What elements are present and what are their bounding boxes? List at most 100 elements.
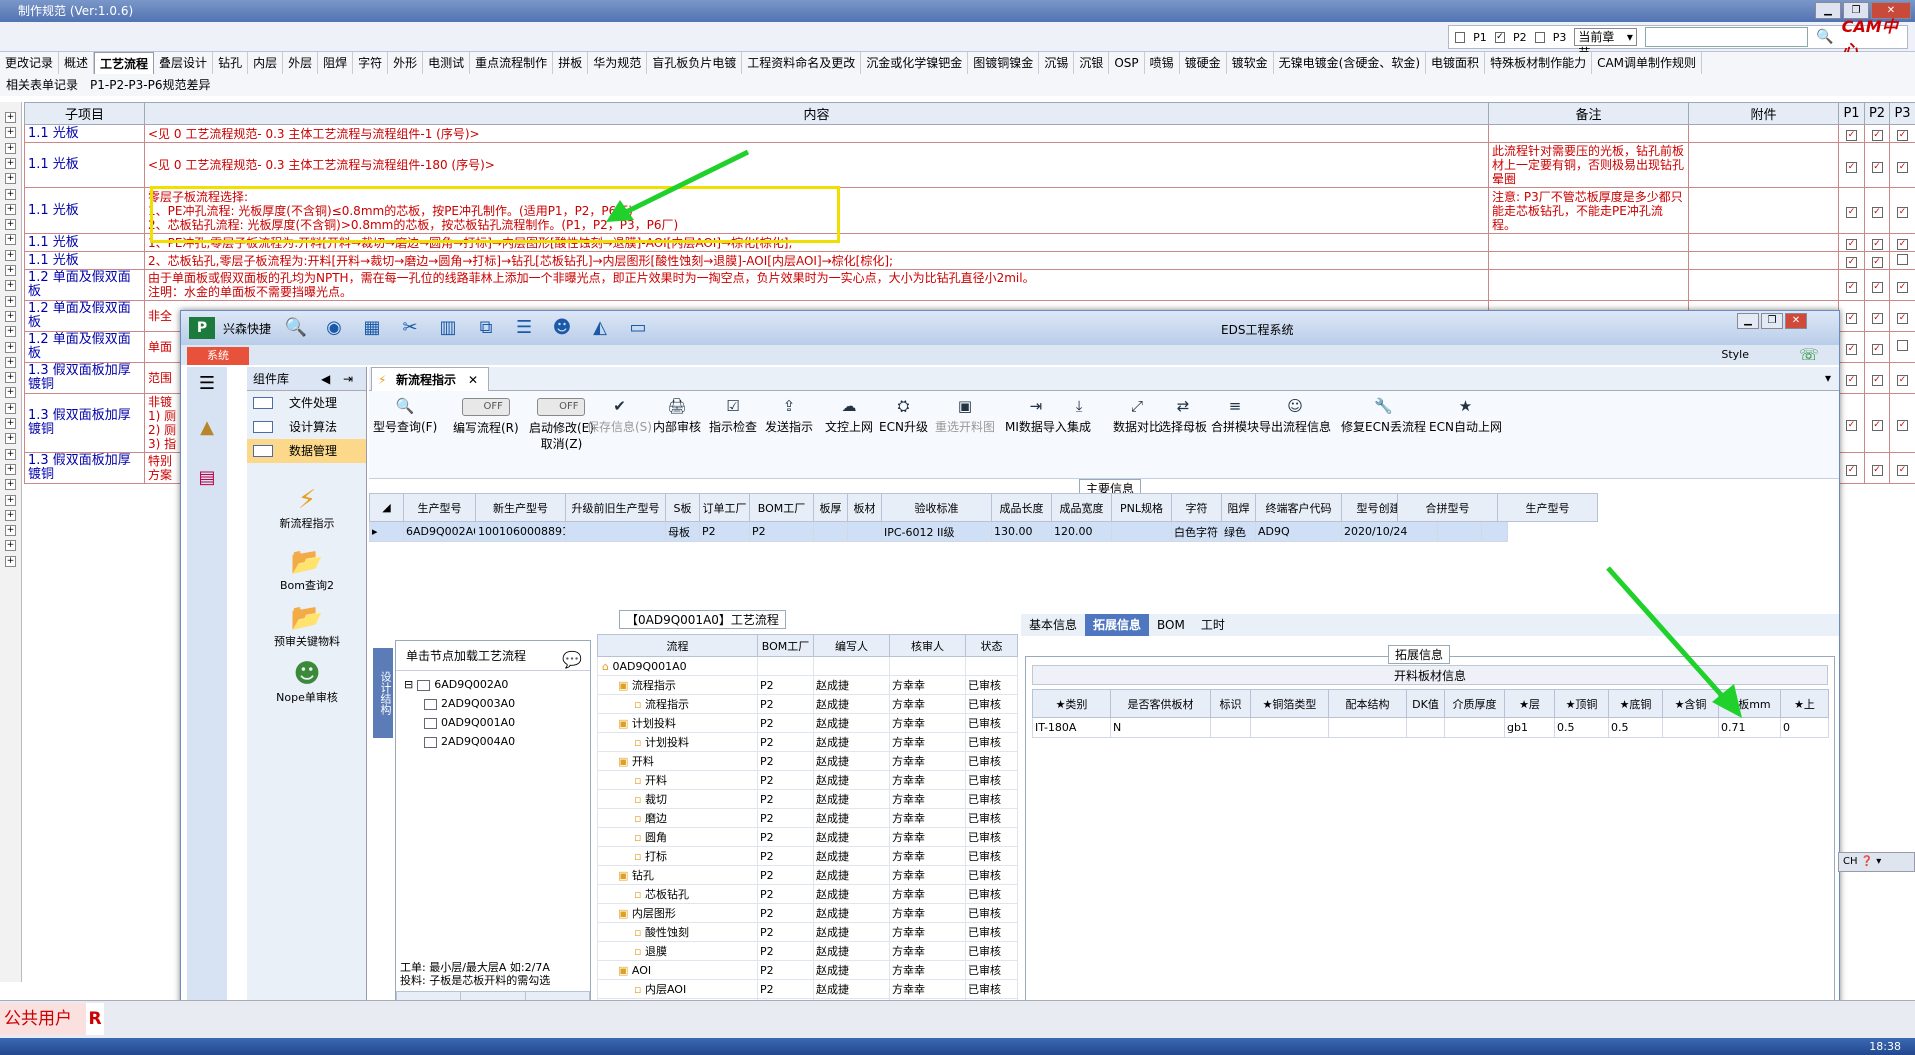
flow-row[interactable]: ▫ 流程指示 P2 赵成捷 方幸幸 已审核: [597, 694, 1018, 714]
ime-toolbar[interactable]: CH ❓ ▾: [1838, 852, 1915, 872]
expand-icon[interactable]: +: [5, 157, 16, 169]
expand-icon[interactable]: +: [5, 372, 16, 384]
main-info-cell[interactable]: [1111, 521, 1172, 542]
main-info-cell[interactable]: P2: [749, 521, 814, 542]
tab-sub[interactable]: P1-P2-P3-P6规范差异: [84, 74, 216, 96]
expand-icon[interactable]: +: [5, 387, 16, 399]
chapter-select[interactable]: 当前章节: [1574, 28, 1637, 60]
complib-item-data[interactable]: 数据管理: [247, 439, 366, 463]
main-info-cell[interactable]: 10010600088913: [475, 521, 566, 542]
plant-checkbox[interactable]: ✓: [1871, 257, 1883, 268]
yx-tool-icon[interactable]: ▲: [193, 417, 221, 443]
eds-restore-button[interactable]: ❐: [1761, 313, 1783, 329]
plant-checkbox[interactable]: ✓: [1897, 207, 1908, 218]
tab-chapter[interactable]: 沉银: [1074, 52, 1110, 74]
main-info-cell[interactable]: 6AD9Q002A0: [403, 521, 476, 542]
material-cell[interactable]: [1444, 717, 1505, 738]
plant-checkbox[interactable]: ✓: [1871, 419, 1883, 431]
expand-icon[interactable]: +: [5, 463, 16, 475]
search-input[interactable]: [1644, 27, 1809, 47]
main-info-cell[interactable]: IPC-6012 II级: [881, 521, 992, 542]
tab-chapter[interactable]: 工程资料命名及更改: [742, 52, 862, 74]
plant-checkbox[interactable]: ✓: [1846, 419, 1857, 431]
chevron-left-icon[interactable]: ◀: [321, 367, 330, 391]
minimize-button[interactable]: ▁: [1815, 2, 1841, 19]
detail-tab[interactable]: BOM: [1149, 614, 1193, 636]
monitor-icon[interactable]: ▭: [625, 317, 651, 339]
bom-query-shortcut[interactable]: 📂 Bom查询2: [247, 547, 367, 593]
scissors-icon[interactable]: ✂: [397, 317, 423, 339]
main-info-cell[interactable]: [565, 521, 666, 542]
expand-icon[interactable]: +: [5, 356, 16, 368]
tab-chapter[interactable]: 图镀铜镍金: [968, 52, 1040, 74]
plant-checkbox[interactable]: ✓: [1846, 281, 1857, 293]
toggle-switch[interactable]: OFF: [461, 398, 510, 416]
flow-row[interactable]: ▣ 计划投料 P2 赵成捷 方幸幸 已审核: [597, 713, 1018, 733]
expand-icon[interactable]: +: [5, 341, 16, 353]
expand-icon[interactable]: +: [5, 448, 16, 460]
main-info-cell[interactable]: P2: [699, 521, 750, 542]
copy-icon[interactable]: ⧉: [473, 317, 499, 339]
ribbon-button[interactable]: ≡ 合拼模块: [1211, 397, 1259, 435]
tab-chapter[interactable]: 镀软金: [1227, 52, 1274, 74]
flow-row[interactable]: ▫ 圆角 P2 赵成捷 方幸幸 已审核: [597, 827, 1018, 847]
ribbon-button[interactable]: OFF 启动修改(E) 取消(Z): [529, 397, 594, 452]
plant-checkbox[interactable]: ✓: [1897, 419, 1908, 431]
tab-close-icon[interactable]: ✕: [468, 373, 478, 387]
material-cell[interactable]: 0: [1780, 717, 1829, 738]
expand-icon[interactable]: +: [5, 494, 16, 506]
ribbon-button[interactable]: ★ ECN自动上网: [1429, 397, 1502, 435]
p3-checkbox[interactable]: [1534, 31, 1545, 43]
chart-icon[interactable]: ◭: [587, 317, 613, 339]
flow-row[interactable]: ▫ 酸性蚀刻 P2 赵成捷 方幸幸 已审核: [597, 922, 1018, 942]
tab-chapter[interactable]: 无镍电镀金(含硬金、软金): [1274, 52, 1427, 74]
user-icon[interactable]: ☻: [549, 317, 575, 339]
expand-icon[interactable]: +: [5, 249, 16, 261]
expand-icon[interactable]: +: [5, 433, 16, 445]
plant-checkbox[interactable]: ✓: [1871, 281, 1883, 293]
plant-checkbox[interactable]: ✓: [1897, 130, 1908, 141]
tab-chapter[interactable]: 内层: [248, 52, 284, 74]
expand-icon[interactable]: +: [5, 295, 16, 307]
plant-checkbox[interactable]: ✓: [1871, 207, 1883, 218]
main-info-cell[interactable]: [847, 521, 882, 542]
tab-chapter[interactable]: 重点流程制作: [470, 52, 554, 74]
material-cell[interactable]: [1210, 717, 1251, 738]
plant-checkbox[interactable]: ✓: [1846, 207, 1857, 218]
main-info-cell[interactable]: 120.00: [1051, 521, 1112, 542]
main-info-cell[interactable]: [1481, 521, 1508, 542]
grid-row[interactable]: 1.1 光板 2、芯板钻孔,零层子板流程为:开料[开料→裁切→磨边→圆角→打标]→…: [24, 251, 1915, 270]
expand-icon[interactable]: +: [5, 173, 16, 185]
plant-checkbox[interactable]: ✓: [1871, 464, 1883, 476]
plant-checkbox[interactable]: ✓: [1871, 130, 1883, 141]
main-info-cell[interactable]: [1437, 521, 1482, 542]
material-cell[interactable]: IT-180A: [1032, 717, 1111, 738]
tree-node[interactable]: 2AD9Q004A0: [396, 732, 590, 751]
new-flow-shortcut[interactable]: ⚡ 新流程指示: [247, 485, 367, 531]
flow-row[interactable]: ▣ AOI P2 赵成捷 方幸幸 已审核: [597, 960, 1018, 980]
ribbon-button[interactable]: ⇪ 发送指示: [765, 397, 813, 435]
plant-checkbox[interactable]: ✓: [1897, 464, 1908, 476]
ribbon-button[interactable]: ⛭ ECN升级: [879, 397, 928, 435]
plant-checkbox[interactable]: ✓: [1897, 374, 1908, 386]
plant-checkbox[interactable]: ✓: [1846, 257, 1857, 268]
speech-bubble-icon[interactable]: 💬: [562, 645, 582, 675]
p2-checkbox[interactable]: ✓: [1494, 31, 1505, 43]
tab-chapter[interactable]: CAM调单制作规则: [1592, 52, 1703, 74]
ribbon-button[interactable]: ▣ 重选开料图: [935, 397, 995, 435]
ribbon-button[interactable]: ⤓ 集成: [1067, 397, 1091, 435]
plant-checkbox[interactable]: ✓: [1846, 374, 1857, 386]
p1-checkbox[interactable]: [1455, 31, 1466, 43]
flow-row[interactable]: ▫ 打标 P2 赵成捷 方幸幸 已审核: [597, 846, 1018, 866]
flow-row[interactable]: ▫ 磨边 P2 赵成捷 方幸幸 已审核: [597, 808, 1018, 828]
plant-checkbox[interactable]: ✓: [1871, 343, 1883, 355]
film-icon[interactable]: ▥: [435, 317, 461, 339]
expand-icon[interactable]: +: [5, 310, 16, 322]
expand-icon[interactable]: +: [5, 540, 16, 552]
list-icon[interactable]: ☰: [511, 317, 537, 339]
main-info-cell[interactable]: AD9Q: [1255, 521, 1342, 542]
collapse-icon[interactable]: ⊟: [404, 678, 413, 691]
tab-chapter[interactable]: 外形: [388, 52, 424, 74]
flow-row[interactable]: ▣ 内层图形 P2 赵成捷 方幸幸 已审核: [597, 903, 1018, 923]
expand-icon[interactable]: +: [5, 188, 16, 200]
